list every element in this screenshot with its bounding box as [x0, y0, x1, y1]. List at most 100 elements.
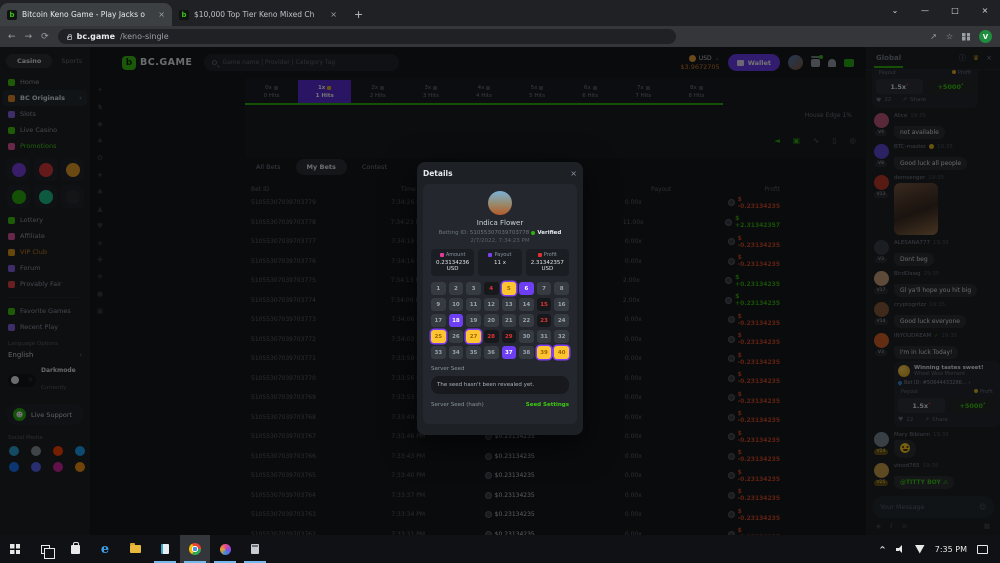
- keno-cell-drawn: 23: [537, 314, 552, 327]
- modal-body: Indica Flower Betting ID: 51055307039703…: [423, 184, 577, 424]
- browser-tab[interactable]: b Bitcoin Keno Game - Play Jacks o ×: [0, 3, 172, 26]
- start-glyph: [10, 544, 20, 554]
- tab-title: Bitcoin Keno Game - Play Jacks o: [22, 10, 153, 19]
- file-explorer-glyph: [130, 545, 141, 553]
- close-button[interactable]: ×: [970, 0, 1000, 21]
- search-tabs-icon[interactable]: ⌄: [880, 0, 910, 21]
- lock-icon: [67, 36, 72, 40]
- browser-tab[interactable]: b$10,000 Top Tier Keno Mixed Ch×: [172, 3, 344, 26]
- clock: 7:35 PM: [935, 545, 967, 554]
- taskbar-items: e: [0, 535, 270, 563]
- taskbar-store-icon[interactable]: [60, 535, 90, 563]
- stat-payout: Payout11 x: [478, 249, 521, 276]
- window-controls: ⌄ — □ ×: [880, 0, 1000, 21]
- refresh-icon[interactable]: ⟳: [41, 32, 49, 42]
- stat-value: 0.23134236 USD: [431, 260, 474, 272]
- keno-cell: 36: [484, 346, 499, 359]
- verified-label: Verified: [537, 230, 561, 236]
- tab-close-icon[interactable]: ×: [158, 10, 165, 19]
- tab-list: bBitcoin Keno Game - Play Jacks o×b$10,0…: [0, 3, 344, 26]
- bet-stats: Amount 0.23134236 USD Payout11 x Profit 2.…: [431, 249, 569, 276]
- keno-cell: 26: [449, 330, 464, 343]
- taskbar-start-icon[interactable]: [0, 535, 30, 563]
- keno-cell: 30: [519, 330, 534, 343]
- stat-label: Profit: [526, 252, 569, 258]
- keno-cell-hit: 27: [466, 330, 481, 343]
- url-domain: bc.game: [77, 32, 115, 41]
- keno-cell: 33: [431, 346, 446, 359]
- keno-cell: 19: [466, 314, 481, 327]
- taskbar-calculator-icon[interactable]: [240, 535, 270, 563]
- extensions-icon[interactable]: [962, 33, 970, 41]
- browser-tabstrip: bBitcoin Keno Game - Play Jacks o×b$10,0…: [0, 0, 1000, 26]
- keno-cell: 14: [519, 298, 534, 311]
- system-tray: ^ 7:35 PM: [879, 545, 1000, 554]
- keno-cell: 7: [537, 282, 552, 295]
- action-center-icon[interactable]: [977, 545, 988, 554]
- edge-glyph: e: [101, 542, 109, 557]
- keno-cell-selected: 37: [502, 346, 517, 359]
- bet-date: 2/7/2022, 7:34:23 PM: [431, 238, 569, 244]
- keno-cell-hit: 40: [554, 346, 569, 359]
- keno-cell: 1: [431, 282, 446, 295]
- maximize-button[interactable]: □: [940, 0, 970, 21]
- address-bar[interactable]: bc.game/keno-single: [58, 29, 676, 44]
- keno-cell: 24: [554, 314, 569, 327]
- new-tab-button[interactable]: +: [354, 8, 363, 21]
- keno-cell-hit: 25: [431, 330, 446, 343]
- back-icon[interactable]: ←: [8, 32, 16, 42]
- forward-icon[interactable]: →: [25, 32, 33, 42]
- seed-settings-link[interactable]: Seed Settings: [526, 402, 569, 408]
- server-seed-value: The seed hasn't been revealed yet.: [431, 376, 569, 394]
- taskbar-notepad-icon[interactable]: [150, 535, 180, 563]
- stat-value: 2.31342357 USD: [526, 260, 569, 272]
- minimize-button[interactable]: —: [910, 0, 940, 21]
- keno-cell: 22: [519, 314, 534, 327]
- modal-close-icon[interactable]: ×: [570, 169, 577, 178]
- keno-cell: 13: [502, 298, 517, 311]
- keno-cell: 10: [449, 298, 464, 311]
- player-avatar: [488, 191, 512, 215]
- modal-title: Details: [423, 169, 453, 178]
- share-icon[interactable]: ↗: [930, 32, 937, 41]
- tray-expand-icon[interactable]: ^: [879, 545, 886, 554]
- taskbar-file-explorer-icon[interactable]: [120, 535, 150, 563]
- keno-cell: 8: [554, 282, 569, 295]
- taskbar-photos-icon[interactable]: [210, 535, 240, 563]
- keno-cell-drawn: 28: [484, 330, 499, 343]
- player-name: Indica Flower: [431, 219, 569, 227]
- bookmark-star-icon[interactable]: ☆: [946, 32, 953, 41]
- keno-cell-selected: 18: [449, 314, 464, 327]
- keno-cell: 3: [466, 282, 481, 295]
- stat-amount: Amount 0.23134236 USD: [431, 249, 474, 276]
- bcgame-favicon-icon: b: [7, 10, 17, 20]
- stat-profit: Profit 2.31342357 USD: [526, 249, 569, 276]
- keno-result-grid: 1234567891011121314151617181920212223242…: [431, 282, 569, 359]
- server-seed-hash-label: Server Seed (hash): [431, 402, 484, 408]
- stat-value: 11 x: [478, 260, 521, 266]
- calculator-glyph: [251, 544, 259, 554]
- stat-label: Amount: [431, 252, 474, 258]
- keno-cell-drawn: 15: [537, 298, 552, 311]
- keno-cell: 38: [519, 346, 534, 359]
- keno-cell: 11: [466, 298, 481, 311]
- volume-icon[interactable]: [896, 545, 905, 553]
- keno-cell-hit: 5: [502, 282, 517, 295]
- keno-cell: 20: [484, 314, 499, 327]
- verified-shield-icon: [531, 231, 535, 235]
- tab-close-icon[interactable]: ×: [330, 10, 337, 19]
- wifi-icon[interactable]: [915, 545, 925, 554]
- taskbar-edge-icon[interactable]: e: [90, 535, 120, 563]
- keno-cell: 17: [431, 314, 446, 327]
- keno-cell: 9: [431, 298, 446, 311]
- taskbar-task-view-icon[interactable]: [30, 535, 60, 563]
- taskbar-chrome-icon[interactable]: [180, 535, 210, 563]
- keno-cell: 12: [484, 298, 499, 311]
- chrome-glyph: [189, 543, 201, 555]
- keno-cell: 34: [449, 346, 464, 359]
- keno-cell-drawn: 29: [502, 330, 517, 343]
- task-view-glyph: [41, 545, 50, 554]
- betting-id-row: Betting ID: 51055307039703778 Verified: [431, 230, 569, 236]
- betting-id: Betting ID: 51055307039703778: [439, 230, 530, 236]
- browser-profile-avatar[interactable]: V: [979, 30, 992, 43]
